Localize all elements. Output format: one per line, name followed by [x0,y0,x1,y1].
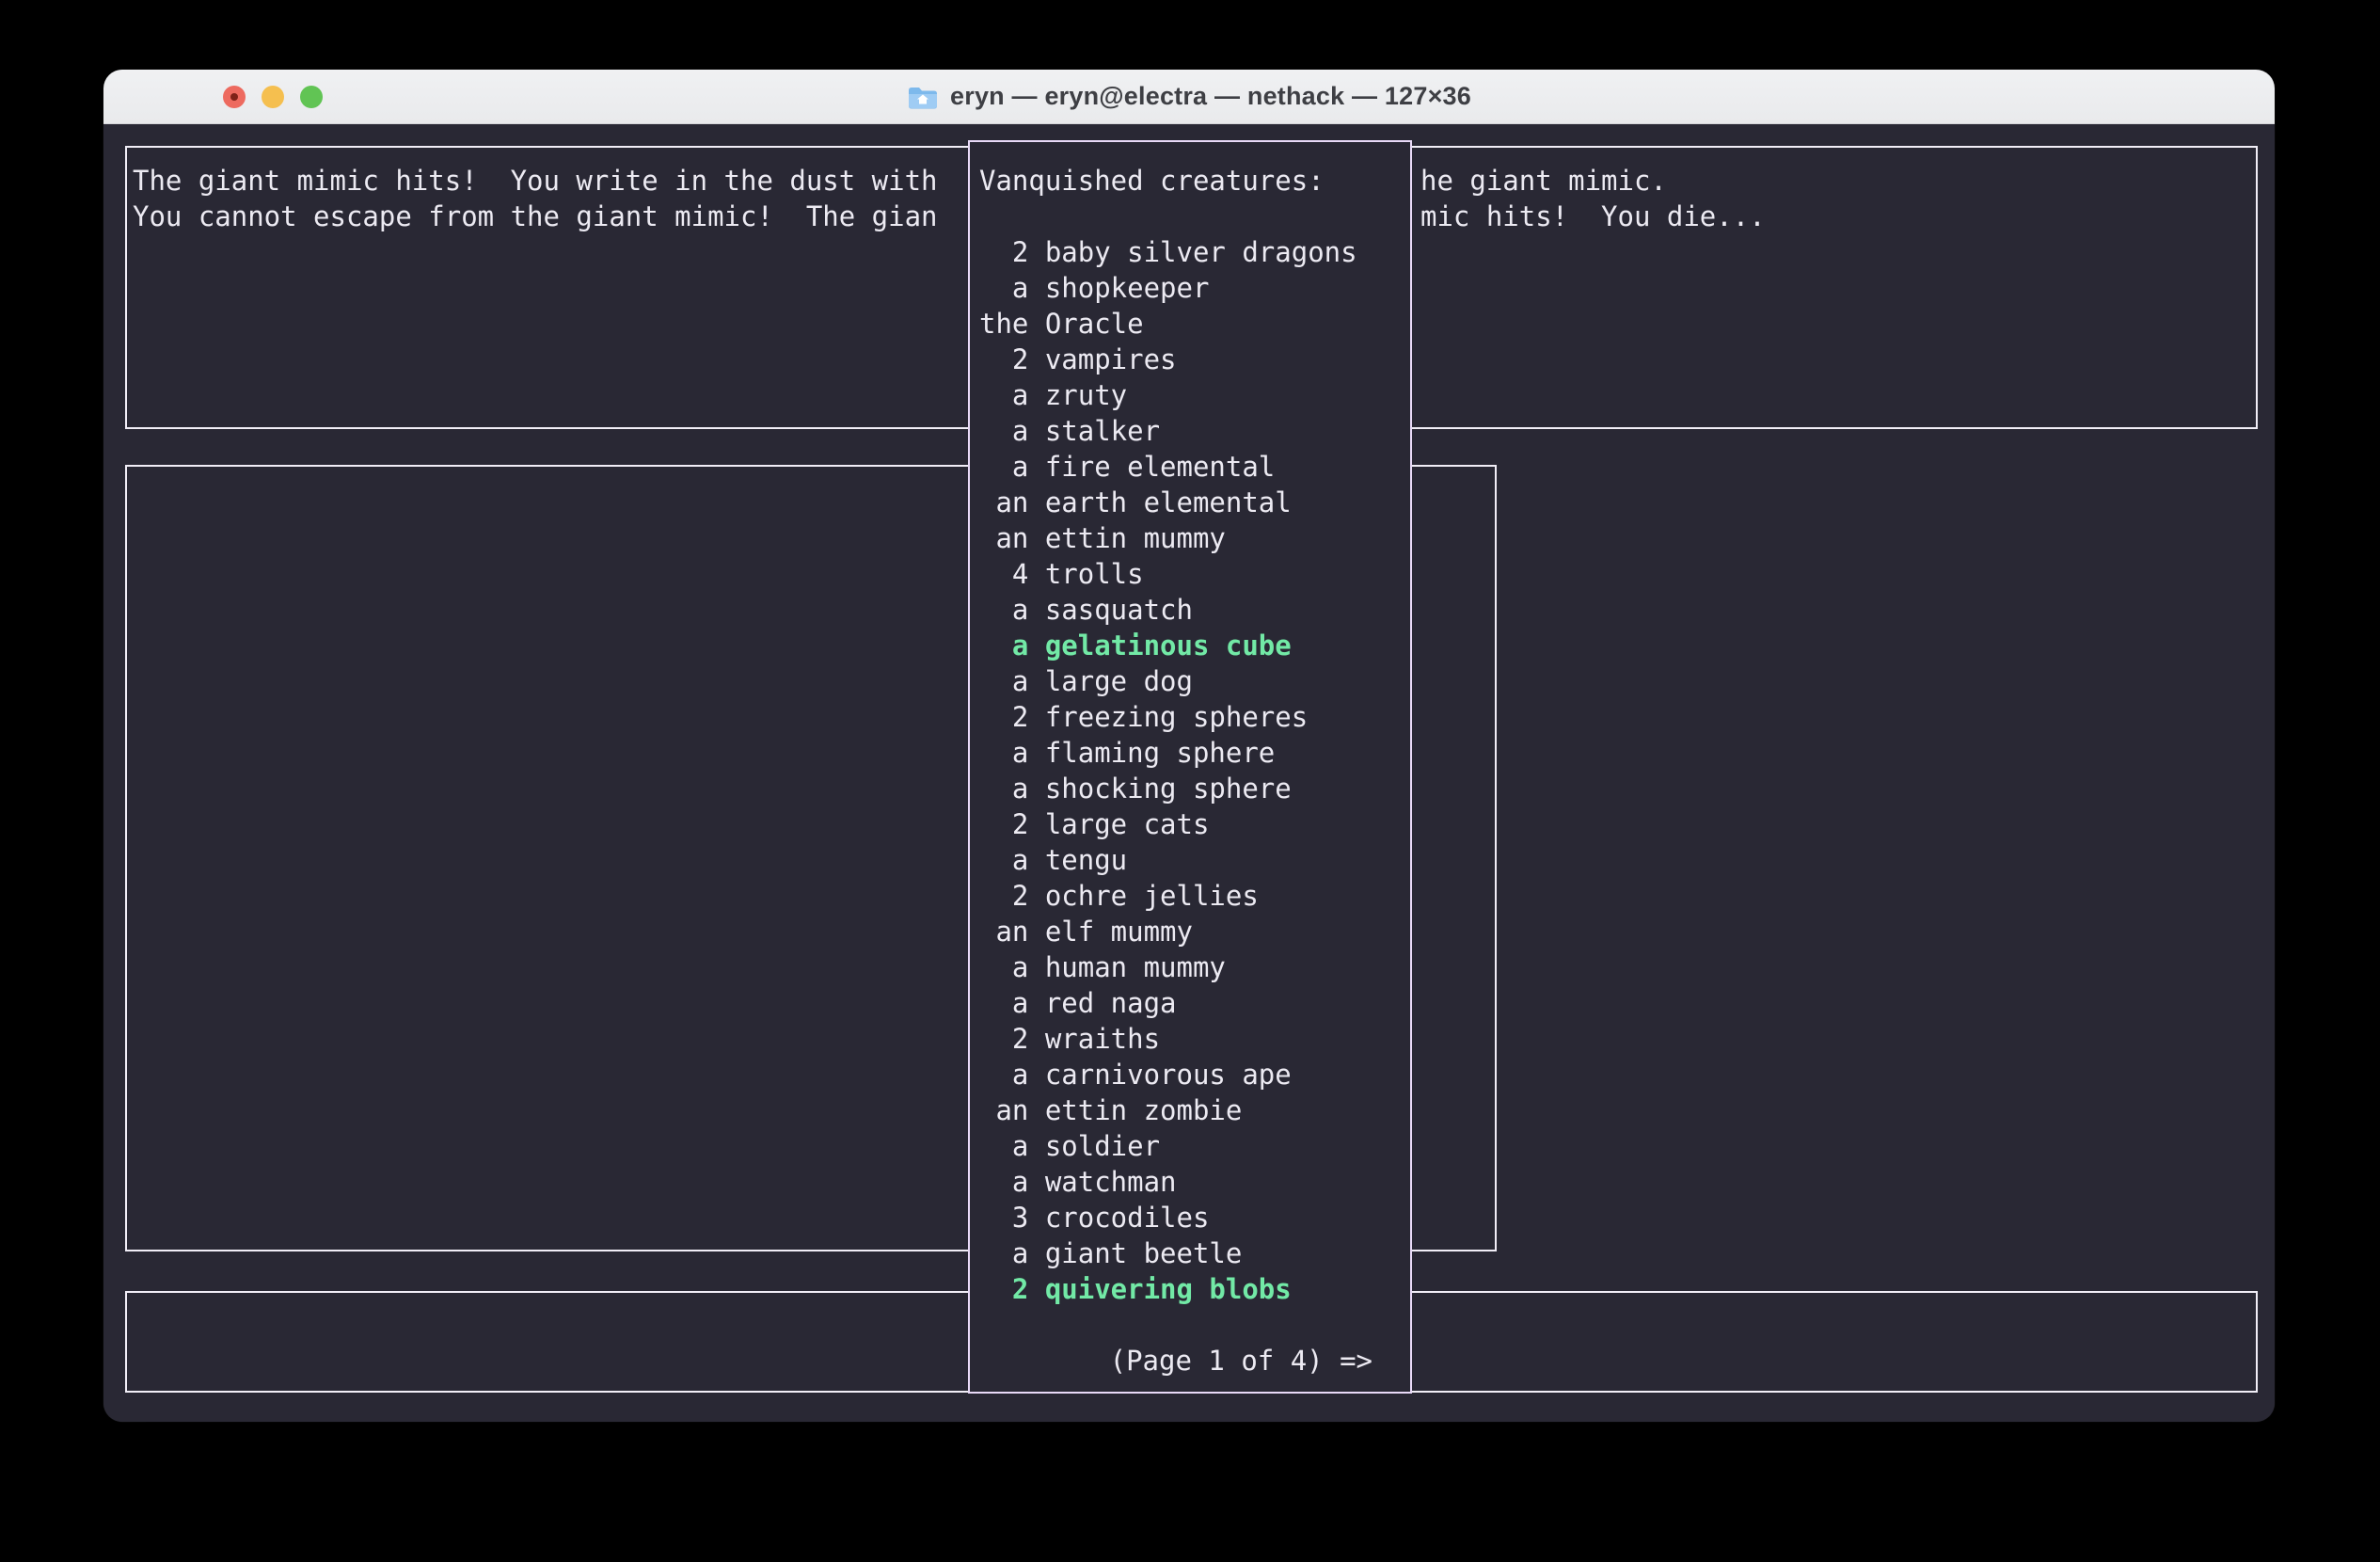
close-button[interactable] [223,86,246,108]
vanquished-item: a tengu [979,842,1410,878]
vanquished-creatures-menu: Vanquished creatures: 2 baby silver drag… [968,140,1412,1394]
vanquished-item: a fire elemental [979,449,1410,485]
vanquished-item: an elf mummy [979,914,1410,949]
vanquished-item: an earth elemental [979,485,1410,520]
vanquished-item: a flaming sphere [979,735,1410,771]
desktop: { "window": { "title": "eryn — eryn@elec… [0,0,2380,1562]
message-text-left: The giant mimic hits! You write in the d… [133,163,938,234]
vanquished-item: a sasquatch [979,592,1410,628]
vanquished-item: 2 wraiths [979,1021,1410,1057]
minimize-button[interactable] [262,86,284,108]
vanquished-item: 3 crocodiles [979,1200,1410,1235]
vanquished-item: a human mummy [979,949,1410,985]
message-line-2-cont: mic hits! You die... [1420,199,1766,234]
zoom-button[interactable] [300,86,323,108]
blank-line [979,199,1410,234]
vanquished-item: an ettin mummy [979,520,1410,556]
message-line-2: You cannot escape from the giant mimic! … [133,199,938,234]
vanquished-item: an ettin zombie [979,1092,1410,1128]
vanquished-item: 2 baby silver dragons [979,234,1410,270]
message-line-1: The giant mimic hits! You write in the d… [133,163,938,199]
vanquished-item: a gelatinous cube [979,628,1410,663]
window-title: eryn — eryn@electra — nethack — 127×36 [950,82,1471,111]
vanquished-item: 2 large cats [979,806,1410,842]
vanquished-item: 2 quivering blobs [979,1271,1410,1307]
vanquished-item: a large dog [979,663,1410,699]
vanquished-item: 2 vampires [979,342,1410,377]
vanquished-item: a giant beetle [979,1235,1410,1271]
vanquished-item: a zruty [979,377,1410,413]
message-line-1-cont: he giant mimic. [1420,163,1766,199]
vanquished-item: a stalker [979,413,1410,449]
vanquished-item: a shocking sphere [979,771,1410,806]
vanquished-item: 2 ochre jellies [979,878,1410,914]
page-indicator[interactable]: (Page 1 of 4) => [979,1343,1410,1379]
message-text-right: he giant mimic. mic hits! You die... [1420,163,1766,234]
vanquished-item: the Oracle [979,306,1410,342]
blank-line [979,1307,1410,1343]
vanquished-item: 2 freezing spheres [979,699,1410,735]
vanquished-item: a watchman [979,1164,1410,1200]
home-folder-icon [907,84,939,110]
vanquished-item: a soldier [979,1128,1410,1164]
title-group: eryn — eryn@electra — nethack — 127×36 [907,82,1471,111]
vanquished-item: a carnivorous ape [979,1057,1410,1092]
vanquished-item: a red naga [979,985,1410,1021]
vanquished-list: 2 baby silver dragons a shopkeeperthe Or… [979,234,1410,1307]
terminal-screen[interactable]: The giant mimic hits! You write in the d… [103,124,2275,1422]
terminal-window: eryn — eryn@electra — nethack — 127×36 T… [103,70,2275,1422]
menu-header: Vanquished creatures: [979,163,1410,199]
vanquished-item: a shopkeeper [979,270,1410,306]
traffic-light-buttons [223,70,323,124]
vanquished-item: 4 trolls [979,556,1410,592]
window-titlebar[interactable]: eryn — eryn@electra — nethack — 127×36 [103,70,2275,124]
